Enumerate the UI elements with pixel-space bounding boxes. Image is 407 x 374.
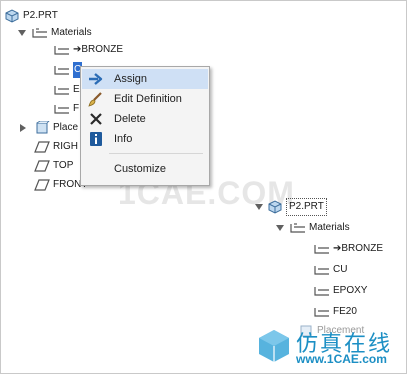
datum-plane-label: RIGH [53, 141, 78, 152]
materials-folder-icon [32, 28, 47, 38]
collapse-triangle-icon[interactable] [276, 225, 284, 231]
datum-plane-icon [34, 160, 50, 172]
datum-plane-label: TOP [53, 160, 74, 171]
datum-plane-icon [34, 141, 50, 153]
material-icon [54, 66, 69, 75]
menu-item-label: Delete [114, 113, 146, 125]
material-item[interactable]: E [54, 82, 80, 98]
brand-watermark: 仿真在线 www.1CAE.com [254, 322, 404, 372]
material-item[interactable]: ➔BRONZE [54, 42, 123, 58]
materials-label: Materials [309, 222, 350, 233]
paint-brush-icon [87, 90, 105, 108]
material-label: EPOXY [333, 285, 368, 296]
material-item[interactable]: F [54, 101, 79, 117]
materials-label: Materials [51, 27, 92, 38]
materials-node[interactable]: Materials [276, 220, 350, 236]
material-label: FE20 [333, 306, 357, 317]
datum-plane-item[interactable]: RIGH [34, 139, 78, 155]
material-label: E [73, 84, 80, 95]
menu-item-label: Edit Definition [114, 93, 182, 105]
delete-x-icon [87, 110, 105, 128]
material-item[interactable]: FE20 [314, 304, 357, 320]
material-icon [54, 105, 69, 114]
tree-root-node[interactable]: P2.PRT [4, 8, 58, 24]
menu-item-info[interactable]: Info [82, 129, 208, 149]
collapse-triangle-icon[interactable] [18, 30, 26, 36]
expand-triangle-icon[interactable] [20, 124, 26, 132]
material-item[interactable]: CU [314, 262, 347, 278]
material-label: CU [333, 264, 348, 275]
tree-root-node[interactable]: P2.PRT [255, 198, 327, 216]
material-icon [314, 245, 329, 254]
tree-root-label: P2.PRT [23, 10, 58, 21]
placement-label: Place [53, 122, 79, 133]
menu-item-label: Customize [114, 163, 166, 175]
context-menu: Assign Edit Definition Delete Info Custo… [80, 66, 210, 186]
materials-node[interactable]: Materials [18, 25, 92, 41]
part-cube-icon [5, 9, 19, 23]
datum-plane-item[interactable]: TOP [34, 158, 73, 174]
material-label: ➔BRONZE [333, 243, 384, 254]
brand-url: www.1CAE.com [296, 352, 387, 366]
material-item[interactable]: EPOXY [314, 283, 367, 299]
assign-arrow-icon [87, 70, 105, 88]
placement-node[interactable]: Place [20, 120, 78, 136]
material-icon [314, 266, 329, 275]
datum-plane-icon [34, 179, 50, 191]
material-icon [54, 46, 69, 55]
menu-item-customize[interactable]: Customize [82, 159, 208, 179]
material-item[interactable]: ➔BRONZE [314, 241, 383, 257]
material-label: F [73, 103, 80, 114]
material-label: ➔BRONZE [73, 44, 124, 55]
placement-icon [36, 121, 50, 134]
material-item[interactable]: C [54, 62, 83, 78]
menu-item-label: Info [114, 133, 133, 145]
materials-folder-icon [290, 223, 305, 233]
menu-item-edit-definition[interactable]: Edit Definition [82, 89, 208, 109]
menu-separator [109, 153, 203, 154]
material-icon [314, 308, 329, 317]
collapse-triangle-icon[interactable] [255, 204, 263, 210]
material-icon [54, 86, 69, 95]
part-cube-icon [268, 200, 282, 214]
menu-item-assign[interactable]: Assign [82, 69, 208, 89]
material-icon [314, 287, 329, 296]
tree-root-label: P2.PRT [286, 198, 327, 216]
menu-item-label: Assign [114, 73, 148, 85]
brand-logo-icon [259, 330, 289, 362]
menu-item-delete[interactable]: Delete [82, 109, 208, 129]
info-icon [87, 130, 105, 148]
